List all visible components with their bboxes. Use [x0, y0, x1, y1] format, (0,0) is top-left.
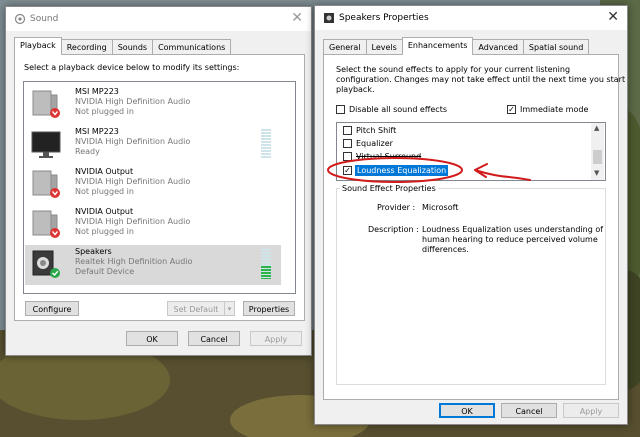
properties-cancel-button[interactable]: Cancel: [501, 403, 557, 418]
list-item[interactable]: Speakers Realtek High Definition Audio D…: [25, 245, 281, 285]
properties-close-icon[interactable]: ✕: [607, 9, 619, 25]
sound-app-icon: [14, 13, 26, 25]
description-line-3: differences.: [422, 245, 469, 254]
playback-instruction: Select a playback device below to modify…: [24, 63, 240, 72]
immediate-mode-label: Immediate mode: [520, 105, 589, 114]
tab-playback[interactable]: Playback: [14, 37, 62, 55]
device-status: Not plugged in: [75, 107, 134, 116]
scroll-down-icon[interactable]: ▼: [594, 169, 599, 177]
device-status: Not plugged in: [75, 187, 134, 196]
tab-recording[interactable]: Recording: [60, 39, 113, 55]
effect-label: Equalizer: [356, 139, 393, 148]
volume-meter: [261, 249, 271, 279]
configure-button[interactable]: Configure: [25, 301, 79, 316]
intro-line-3: playback.: [336, 85, 375, 94]
sound-tabs: Playback Recording Sounds Communications: [14, 37, 232, 55]
properties-titlebar[interactable]: Speakers Properties ✕: [315, 6, 627, 30]
device-driver: NVIDIA High Definition Audio: [75, 137, 191, 146]
device-driver: NVIDIA High Definition Audio: [75, 177, 191, 186]
volume-meter-level: [261, 265, 271, 279]
tab-communications[interactable]: Communications: [152, 39, 232, 55]
effect-properties-title: Sound Effect Properties: [340, 184, 438, 193]
list-item[interactable]: NVIDIA Output NVIDIA High Definition Aud…: [25, 165, 281, 205]
properties-button[interactable]: Properties: [243, 301, 295, 316]
properties-tabs: General Levels Enhancements Advanced Spa…: [323, 37, 590, 55]
effect-label: Virtual Surround: [356, 152, 422, 161]
speakers-icon: [32, 250, 60, 278]
provider-label: Provider :: [377, 203, 416, 212]
sound-titlebar[interactable]: Sound ✕: [6, 7, 311, 31]
properties-apply-button[interactable]: Apply: [563, 403, 619, 418]
effects-list[interactable]: Pitch Shift Equalizer Virtual Surround ✓…: [336, 122, 606, 181]
tab-levels[interactable]: Levels: [365, 39, 403, 55]
properties-title: Speakers Properties: [339, 13, 429, 23]
device-name: MSI MP223: [75, 127, 119, 136]
effect-checkbox[interactable]: [343, 152, 352, 161]
sound-close-icon[interactable]: ✕: [291, 10, 303, 26]
device-list[interactable]: MSI MP223 NVIDIA High Definition Audio N…: [23, 81, 296, 294]
device-status: Default Device: [75, 267, 135, 276]
sound-cancel-button[interactable]: Cancel: [188, 331, 240, 346]
playback-panel: Select a playback device below to modify…: [14, 54, 305, 321]
enhancements-panel: Select the sound effects to apply for yo…: [323, 54, 625, 400]
sound-apply-button[interactable]: Apply: [250, 331, 302, 346]
device-status: Not plugged in: [75, 227, 134, 236]
device-status: Ready: [75, 147, 100, 156]
sound-dialog: Sound ✕ Playback Recording Sounds Commun…: [5, 6, 312, 356]
device-name: Speakers: [75, 247, 112, 256]
device-driver: Realtek High Definition Audio: [75, 257, 193, 266]
device-driver: NVIDIA High Definition Audio: [75, 97, 191, 106]
speakers-properties-dialog: Speakers Properties ✕ General Levels Enh…: [314, 5, 628, 425]
tab-spatial-sound[interactable]: Spatial sound: [522, 39, 590, 55]
effect-label: Pitch Shift: [356, 126, 397, 135]
effect-label-selected: Loudness Equalization: [355, 165, 449, 176]
device-name: NVIDIA Output: [75, 207, 134, 216]
description-line-2: human hearing to reduce perceived volume: [422, 235, 598, 244]
disable-all-checkbox[interactable]: [336, 105, 345, 114]
list-item[interactable]: MSI MP223 NVIDIA High Definition Audio N…: [25, 85, 281, 125]
sound-ok-button[interactable]: OK: [126, 331, 178, 346]
volume-meter: [261, 129, 271, 159]
list-item[interactable]: MSI MP223 NVIDIA High Definition Audio R…: [25, 125, 281, 165]
intro-line-2: configuration. Changes may not take effe…: [336, 75, 626, 84]
speaker-icon: [32, 90, 60, 118]
tab-general[interactable]: General: [323, 39, 367, 55]
speaker-icon: [32, 210, 60, 238]
set-default-dropdown[interactable]: ▾: [224, 301, 235, 316]
tab-enhancements[interactable]: Enhancements: [401, 37, 474, 55]
effect-checkbox[interactable]: [343, 139, 352, 148]
tab-sounds[interactable]: Sounds: [111, 39, 154, 55]
description-label: Description :: [368, 225, 419, 234]
tab-advanced[interactable]: Advanced: [472, 39, 524, 55]
monitor-icon: [31, 131, 61, 158]
device-driver: NVIDIA High Definition Audio: [75, 217, 191, 226]
device-name: NVIDIA Output: [75, 167, 134, 176]
effect-checkbox-checked[interactable]: ✓: [343, 166, 352, 175]
sound-title: Sound: [30, 14, 59, 24]
speaker-icon: [32, 170, 60, 198]
effect-checkbox[interactable]: [343, 126, 352, 135]
scroll-up-icon[interactable]: ▲: [594, 124, 599, 132]
effect-properties-group: [336, 188, 606, 385]
scroll-thumb[interactable]: [593, 150, 602, 164]
provider-value: Microsoft: [422, 203, 459, 212]
device-name: MSI MP223: [75, 87, 119, 96]
properties-ok-button[interactable]: OK: [439, 403, 495, 418]
list-item[interactable]: NVIDIA Output NVIDIA High Definition Aud…: [25, 205, 281, 245]
description-line-1: Loudness Equalization uses understanding…: [422, 225, 604, 234]
disable-all-label: Disable all sound effects: [349, 105, 447, 114]
intro-line-1: Select the sound effects to apply for yo…: [336, 65, 571, 74]
speaker-app-icon: [324, 13, 334, 23]
set-default-button[interactable]: Set Default: [167, 301, 225, 316]
immediate-mode-checkbox[interactable]: ✓: [507, 105, 516, 114]
